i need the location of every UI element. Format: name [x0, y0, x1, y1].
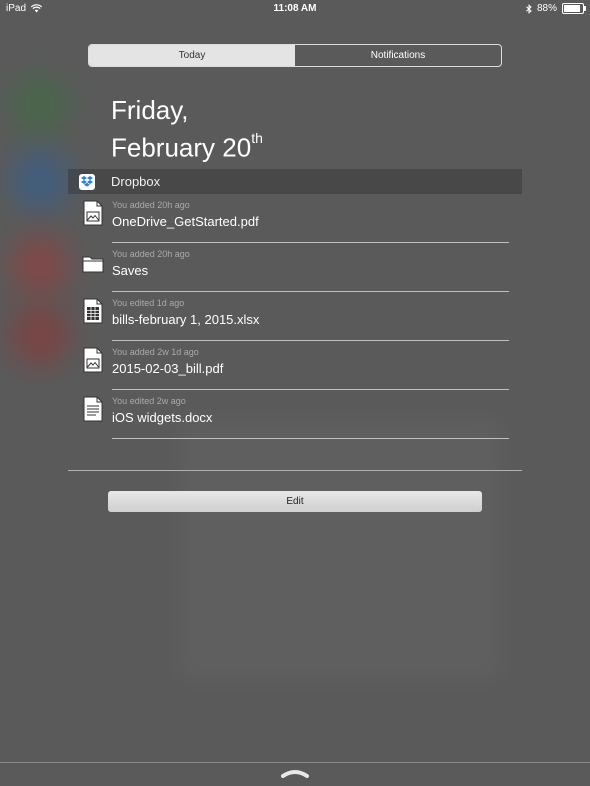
- status-bar: iPad 11:08 AM 88%: [0, 0, 590, 18]
- dropbox-widget-header[interactable]: Dropbox: [68, 169, 522, 194]
- background-blur: [180, 420, 500, 680]
- item-meta: You edited 2w ago: [112, 396, 186, 406]
- list-item[interactable]: You added 20h ago OneDrive_GetStarted.pd…: [82, 194, 509, 243]
- grabber-handle-icon[interactable]: [281, 768, 309, 778]
- battery-icon: [562, 3, 586, 14]
- item-meta: You added 20h ago: [112, 249, 190, 259]
- item-meta: You added 20h ago: [112, 200, 190, 210]
- list-item[interactable]: You edited 1d ago bills-february 1, 2015…: [82, 292, 509, 341]
- item-filename: Saves: [112, 263, 149, 278]
- pdf-file-icon: [83, 347, 103, 373]
- background-blur: [10, 75, 70, 135]
- tab-notifications[interactable]: Notifications: [295, 45, 501, 66]
- list-item[interactable]: You added 20h ago Saves: [82, 243, 509, 292]
- spreadsheet-file-icon: [83, 298, 103, 324]
- item-meta: You edited 1d ago: [112, 298, 185, 308]
- widget-divider: [68, 470, 522, 471]
- segmented-control: Today Notifications: [88, 44, 502, 67]
- battery-level: [564, 5, 580, 12]
- dropbox-icon: [79, 173, 95, 190]
- divider: [112, 438, 509, 439]
- background-blur: [10, 305, 70, 365]
- list-item[interactable]: You edited 2w ago iOS widgets.docx: [82, 390, 509, 439]
- item-filename: 2015-02-03_bill.pdf: [112, 361, 224, 376]
- date-month-day-text: February 20: [111, 132, 252, 163]
- bluetooth-icon: [526, 3, 532, 14]
- folder-icon: [82, 256, 104, 273]
- item-meta: You added 2w 1d ago: [112, 347, 199, 357]
- item-filename: OneDrive_GetStarted.pdf: [112, 214, 259, 229]
- background-blur: [10, 150, 70, 210]
- battery-percent: 88%: [536, 3, 557, 14]
- item-filename: bills-february 1, 2015.xlsx: [112, 312, 260, 327]
- date-header: Friday, February 20th: [111, 94, 263, 164]
- date-month-day: February 20th: [111, 126, 263, 164]
- item-filename: iOS widgets.docx: [112, 410, 213, 425]
- bottom-divider: [0, 762, 590, 763]
- edit-button[interactable]: Edit: [108, 491, 482, 512]
- date-ordinal-suffix: th: [251, 130, 263, 146]
- background-blur: [10, 235, 70, 295]
- widget-title: Dropbox: [111, 174, 161, 189]
- list-item[interactable]: You added 2w 1d ago 2015-02-03_bill.pdf: [82, 341, 509, 390]
- tab-today[interactable]: Today: [89, 45, 295, 66]
- date-weekday: Friday,: [111, 95, 189, 125]
- status-time: 11:08 AM: [273, 3, 317, 14]
- document-file-icon: [83, 396, 103, 422]
- pdf-file-icon: [83, 200, 103, 226]
